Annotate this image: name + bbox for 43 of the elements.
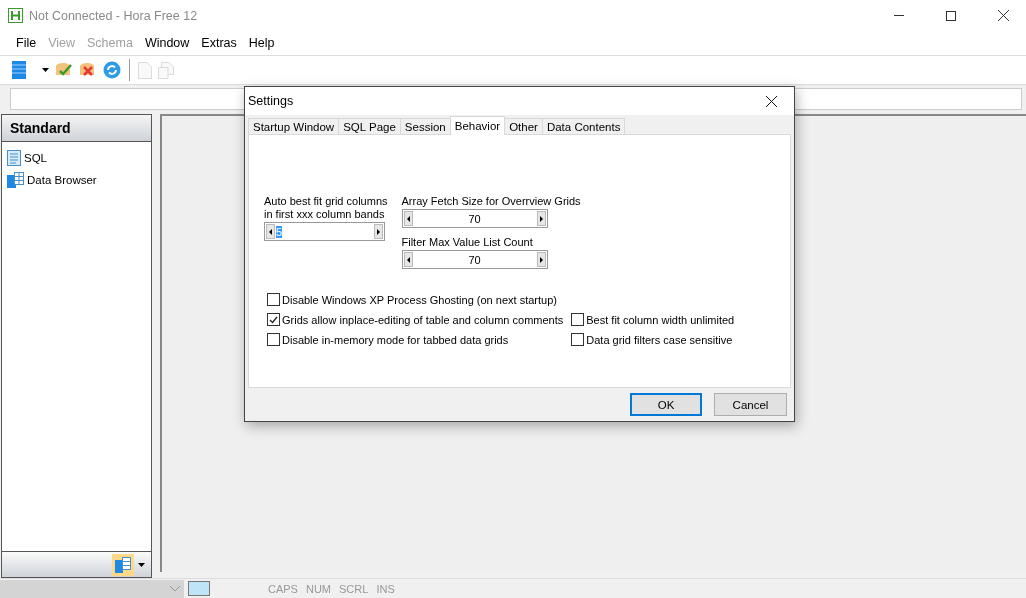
status-indicator: INS bbox=[375, 582, 396, 595]
field-label: Auto best fit grid columns in first xxx column bands bbox=[264, 195, 388, 221]
menu-item[interactable]: Extras bbox=[195, 36, 243, 50]
status-indicator: SCRL bbox=[338, 582, 370, 595]
tab[interactable]: Data Contents bbox=[541, 118, 626, 135]
tab[interactable]: Startup Window bbox=[248, 118, 340, 135]
panel-icon bbox=[188, 581, 210, 596]
panel-title: Standard bbox=[2, 115, 151, 142]
tab[interactable]: Behavior bbox=[449, 116, 506, 135]
tab[interactable]: SQL Page bbox=[338, 118, 401, 135]
status-indicator: NUM bbox=[304, 582, 333, 595]
checkbox[interactable]: Best fit column width unlimited bbox=[571, 313, 735, 326]
grid-icon[interactable] bbox=[12, 60, 26, 80]
spin-field[interactable]: 70 bbox=[401, 209, 548, 228]
checkbox[interactable]: Grids allow inplace-editing of table and column comments bbox=[267, 313, 564, 326]
cancel-button[interactable]: Cancel bbox=[714, 393, 787, 416]
spin-field[interactable]: 70 bbox=[401, 250, 548, 269]
caret-icon[interactable] bbox=[138, 562, 145, 567]
status-indicator: CAPS bbox=[267, 582, 299, 595]
sidebar-item[interactable]: Data Browser bbox=[27, 174, 97, 186]
checkbox[interactable]: Disable in-memory mode for tabbed data grids bbox=[267, 333, 564, 346]
chevron-icon bbox=[170, 585, 180, 592]
check-icon bbox=[269, 315, 278, 324]
field-label: Array Fetch Size for Overrview Grids bbox=[401, 195, 581, 208]
app-logo-icon bbox=[8, 8, 23, 23]
checkbox[interactable]: Disable Windows XP Process Ghosting (on next startup) bbox=[267, 293, 564, 306]
refresh-icon[interactable] bbox=[103, 60, 121, 80]
ok-button[interactable]: OK bbox=[630, 393, 702, 416]
menu-item[interactable]: File bbox=[10, 36, 43, 50]
close-icon bbox=[765, 95, 777, 107]
grid-button[interactable] bbox=[112, 553, 134, 576]
close-icon bbox=[997, 10, 1009, 21]
minimize-icon bbox=[894, 15, 904, 16]
grid-icon bbox=[7, 172, 24, 188]
dialog-title: Settings bbox=[248, 94, 295, 108]
field-label: Filter Max Value List Count bbox=[401, 236, 534, 249]
maximize-icon bbox=[946, 10, 956, 21]
checkbox[interactable]: Data grid filters case sensitive bbox=[571, 333, 735, 346]
document-icon bbox=[7, 150, 21, 166]
window-title: Not Connected - Hora Free 12 bbox=[29, 8, 199, 23]
sidebar-item[interactable]: SQL bbox=[24, 152, 47, 164]
menu-item[interactable]: Window bbox=[138, 36, 196, 50]
menu-item[interactable]: Help bbox=[242, 36, 281, 50]
